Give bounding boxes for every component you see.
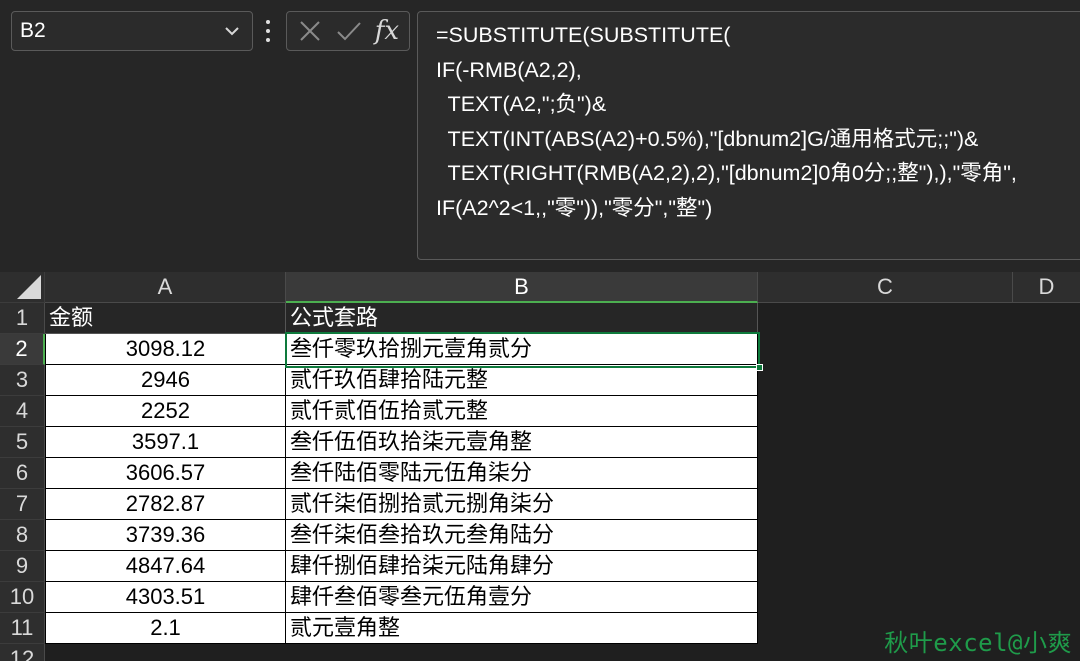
row-header-6[interactable]: 6 — [0, 458, 45, 489]
cell-a4[interactable]: 2252 — [45, 396, 286, 427]
fill-handle[interactable] — [756, 364, 763, 371]
formula-bar-area: B2 fx =SUBSTITUTE(SUBSTITUTE( IF(-RMB(A2… — [0, 0, 1080, 272]
cell-a11[interactable]: 2.1 — [45, 613, 286, 644]
cell-a1[interactable]: 金额 — [45, 303, 286, 334]
cell-a9[interactable]: 4847.64 — [45, 551, 286, 582]
row-header-3[interactable]: 3 — [0, 365, 45, 396]
cell-a10[interactable]: 4303.51 — [45, 582, 286, 613]
row-header-2[interactable]: 2 — [0, 334, 45, 365]
table-header-row: 金额 公式套路 — [45, 303, 758, 334]
cell-a2[interactable]: 3098.12 — [45, 334, 286, 365]
cell-b6[interactable]: 叁仟陆佰零陆元伍角柒分 — [286, 458, 758, 489]
cell-b5[interactable]: 叁仟伍佰玖拾柒元壹角整 — [286, 427, 758, 458]
cell-a5[interactable]: 3597.1 — [45, 427, 286, 458]
cell-a6[interactable]: 3606.57 — [45, 458, 286, 489]
name-box[interactable]: B2 — [11, 11, 253, 51]
cell-a3[interactable]: 2946 — [45, 365, 286, 396]
formula-buttons: fx — [286, 11, 410, 51]
check-icon[interactable] — [335, 18, 363, 44]
fx-icon[interactable]: fx — [375, 16, 399, 46]
table-row: 2782.87 贰仟柒佰捌拾贰元捌角柒分 — [45, 489, 758, 520]
table-row: 3597.1 叁仟伍佰玖拾柒元壹角整 — [45, 427, 758, 458]
chevron-down-icon[interactable] — [222, 21, 242, 41]
name-box-value[interactable]: B2 — [20, 19, 46, 43]
cell-b9[interactable]: 肆仟捌佰肆拾柒元陆角肆分 — [286, 551, 758, 582]
cell-b4[interactable]: 贰仟贰佰伍拾贰元整 — [286, 396, 758, 427]
table-row: 4847.64 肆仟捌佰肆拾柒元陆角肆分 — [45, 551, 758, 582]
table-row: 2.1 贰元壹角整 — [45, 613, 758, 644]
table-row: 3739.36 叁仟柒佰叁拾玖元叁角陆分 — [45, 520, 758, 551]
column-header-d[interactable]: D — [1013, 272, 1080, 303]
select-all-corner[interactable] — [0, 272, 45, 303]
cell-b1[interactable]: 公式套路 — [286, 303, 758, 334]
active-cell-selection[interactable] — [285, 332, 763, 371]
cell-b7[interactable]: 贰仟柒佰捌拾贰元捌角柒分 — [286, 489, 758, 520]
more-options-icon[interactable] — [262, 18, 274, 44]
row-header-9[interactable]: 9 — [0, 551, 45, 582]
row-header-10[interactable]: 10 — [0, 582, 45, 613]
cell-b10[interactable]: 肆仟叁佰零叁元伍角壹分 — [286, 582, 758, 613]
cell-a7[interactable]: 2782.87 — [45, 489, 286, 520]
column-header-a[interactable]: A — [45, 272, 286, 303]
table-row: 2946 贰仟玖佰肆拾陆元整 — [45, 365, 758, 396]
row-header-7[interactable]: 7 — [0, 489, 45, 520]
cell-b11[interactable]: 贰元壹角整 — [286, 613, 758, 644]
cell-b8[interactable]: 叁仟柒佰叁拾玖元叁角陆分 — [286, 520, 758, 551]
table-row: 3606.57 叁仟陆佰零陆元伍角柒分 — [45, 458, 758, 489]
cell-a8[interactable]: 3739.36 — [45, 520, 286, 551]
row-header-4[interactable]: 4 — [0, 396, 45, 427]
cell-b3[interactable]: 贰仟玖佰肆拾陆元整 — [286, 365, 758, 396]
row-header-8[interactable]: 8 — [0, 520, 45, 551]
column-header-b[interactable]: B — [286, 272, 758, 303]
row-header-5[interactable]: 5 — [0, 427, 45, 458]
watermark: 秋叶excel@小爽 — [884, 629, 1072, 657]
row-header-11[interactable]: 11 — [0, 613, 45, 644]
table-row: 2252 贰仟贰佰伍拾贰元整 — [45, 396, 758, 427]
row-header-1[interactable]: 1 — [0, 303, 45, 334]
x-icon[interactable] — [297, 18, 323, 44]
row-header-12[interactable]: 12 — [0, 644, 45, 661]
table-row: 4303.51 肆仟叁佰零叁元伍角壹分 — [45, 582, 758, 613]
formula-input[interactable]: =SUBSTITUTE(SUBSTITUTE( IF(-RMB(A2,2), T… — [417, 11, 1080, 260]
spreadsheet-grid: A B C D 1 2 3 4 5 6 7 8 9 10 11 12 金额 公式… — [0, 272, 1080, 661]
column-header-c[interactable]: C — [758, 272, 1013, 303]
